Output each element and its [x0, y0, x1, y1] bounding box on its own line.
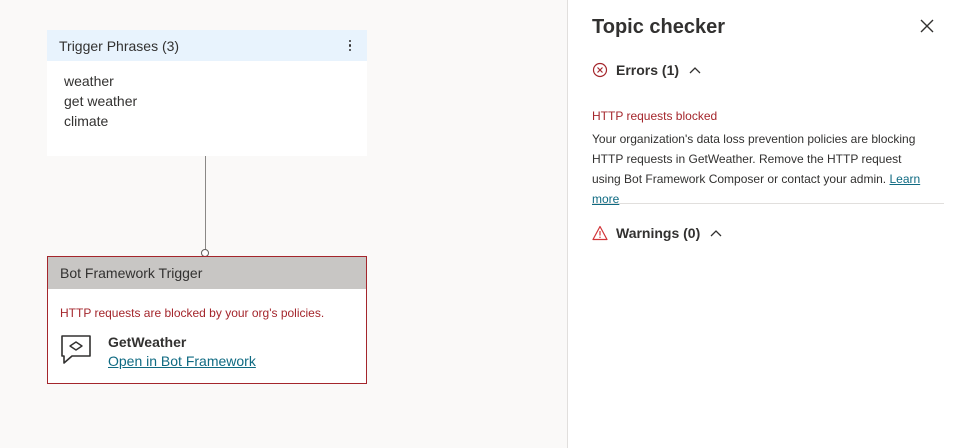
errors-section-toggle[interactable]: Errors (1) — [592, 62, 701, 78]
error-title: HTTP requests blocked — [592, 109, 718, 123]
warnings-section-toggle[interactable]: Warnings (0) — [592, 225, 722, 241]
authoring-canvas: Trigger Phrases (3) weather get weather … — [0, 0, 567, 448]
bot-framework-dialog: GetWeather Open in Bot Framework — [60, 333, 256, 371]
dialog-name: GetWeather — [108, 334, 187, 350]
warning-triangle-icon — [592, 225, 608, 241]
chevron-up-icon — [710, 230, 722, 237]
close-icon[interactable] — [919, 18, 935, 34]
bot-framework-error-message: HTTP requests are blocked by your org's … — [60, 306, 325, 320]
open-in-bot-framework-link[interactable]: Open in Bot Framework — [108, 351, 256, 371]
section-divider — [592, 203, 944, 204]
bot-framework-header: Bot Framework Trigger — [48, 257, 366, 289]
errors-label: Errors (1) — [616, 62, 680, 78]
topic-checker-panel: Topic checker Errors (1) HTTP requests b… — [568, 0, 956, 448]
trigger-phrase: weather — [64, 73, 114, 89]
more-options-icon[interactable] — [343, 37, 357, 55]
error-circle-icon — [592, 62, 608, 78]
chat-bubble-icon — [61, 335, 91, 364]
trigger-phrases-header: Trigger Phrases (3) — [47, 30, 367, 61]
bot-framework-trigger-card[interactable]: Bot Framework Trigger HTTP requests are … — [47, 256, 367, 384]
trigger-phrases-card[interactable]: Trigger Phrases (3) weather get weather … — [47, 30, 367, 156]
chevron-up-icon — [689, 67, 701, 74]
trigger-phrases-title: Trigger Phrases (3) — [59, 37, 180, 54]
trigger-phrase: get weather — [64, 93, 138, 109]
node-connector-line — [205, 156, 206, 252]
panel-title: Topic checker — [592, 16, 726, 38]
trigger-phrase: climate — [64, 113, 109, 129]
trigger-phrases-list: weather get weather climate — [47, 61, 367, 131]
error-description: Your organization's data loss prevention… — [592, 129, 932, 209]
bot-framework-title: Bot Framework Trigger — [60, 265, 203, 281]
warnings-label: Warnings (0) — [616, 225, 701, 241]
error-body-text: Your organization's data loss prevention… — [592, 132, 916, 186]
